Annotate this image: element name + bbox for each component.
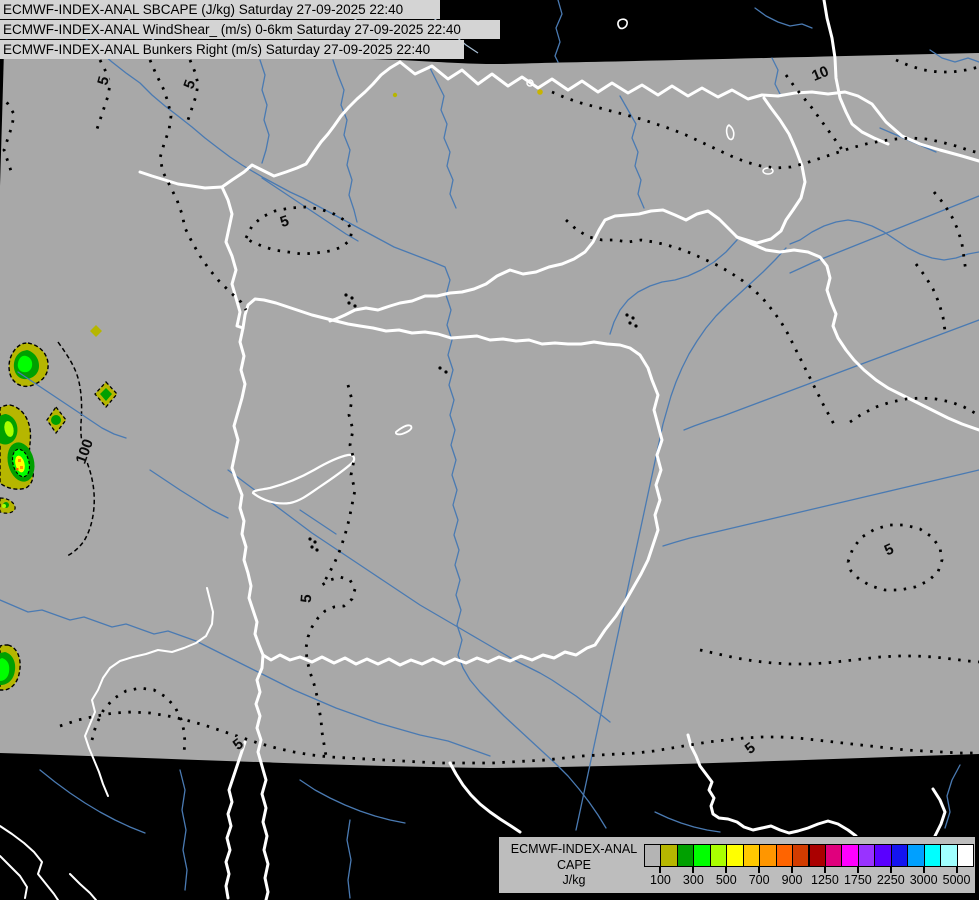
title-bunkers-right: ECMWF-INDEX-ANAL Bunkers Right (m/s) Sat… bbox=[0, 40, 464, 59]
colorbar-cell bbox=[808, 844, 826, 867]
colorbar-cell bbox=[841, 844, 859, 867]
colorbar-cell bbox=[923, 844, 942, 867]
cape-legend: ECMWF-INDEX-ANAL CAPE J/kg 100 300 500 700 9… bbox=[498, 836, 976, 894]
colorbar-tick-label: 300 bbox=[682, 873, 704, 887]
contour-label: 5 bbox=[298, 594, 316, 604]
colorbar-tick-label: 5000 bbox=[942, 873, 971, 887]
colorbar-tick-label: 1750 bbox=[843, 873, 872, 887]
title-windshear: ECMWF-INDEX-ANAL WindShear_ (m/s) 0-6km … bbox=[0, 20, 500, 39]
colorbar-tick-label: 100 bbox=[650, 873, 671, 887]
colorbar-tick-label: 700 bbox=[748, 873, 770, 887]
colorbar-cell bbox=[693, 844, 711, 867]
colorbar-tick-label: 2250 bbox=[876, 873, 905, 887]
colorbar-cell bbox=[759, 844, 777, 867]
colorbar-cell bbox=[874, 844, 892, 867]
colorbar-tick-label: 3000 bbox=[909, 873, 938, 887]
colorbar-cell bbox=[824, 844, 843, 867]
legend-title-block: ECMWF-INDEX-ANAL CAPE J/kg bbox=[507, 842, 641, 889]
legend-title-model: ECMWF-INDEX-ANAL bbox=[510, 842, 638, 856]
map-canvas: 5 5510055105 5 bbox=[0, 0, 979, 900]
colorbar-tick-label: 900 bbox=[781, 873, 803, 887]
colorbar-cell bbox=[857, 844, 876, 867]
colorbar-cell bbox=[709, 844, 728, 867]
colorbar-tick-label: 500 bbox=[715, 873, 737, 887]
colorbar-cell bbox=[940, 844, 958, 867]
colorbar-cell bbox=[792, 844, 810, 867]
colorbar-tick-label: 1250 bbox=[811, 873, 839, 887]
colorbar-cell bbox=[890, 844, 909, 867]
colorbar-cell bbox=[742, 844, 761, 867]
colorbar-cell bbox=[644, 844, 662, 867]
weather-map-screen: 5 5 5 100 5 5 10 5 5 ECMWF-INDEX-ANAL SBCAPE (J/… bbox=[0, 0, 979, 900]
title-sbcape: ECMWF-INDEX-ANAL SBCAPE (J/kg) Saturday … bbox=[0, 0, 440, 19]
colorbar-cell bbox=[775, 844, 794, 867]
colorbar-cell bbox=[726, 844, 744, 867]
colorbar-cell bbox=[676, 844, 695, 867]
colorbar-cell bbox=[907, 844, 925, 867]
legend-title-unit: J/kg bbox=[562, 873, 586, 887]
colorbar-cell bbox=[660, 844, 678, 867]
legend-title-param: CAPE bbox=[556, 857, 592, 872]
cape-colorbar: 100 300 500 700 900 1250 1750 2250 3000 5000 bbox=[644, 844, 974, 890]
colorbar-cell bbox=[956, 844, 974, 867]
